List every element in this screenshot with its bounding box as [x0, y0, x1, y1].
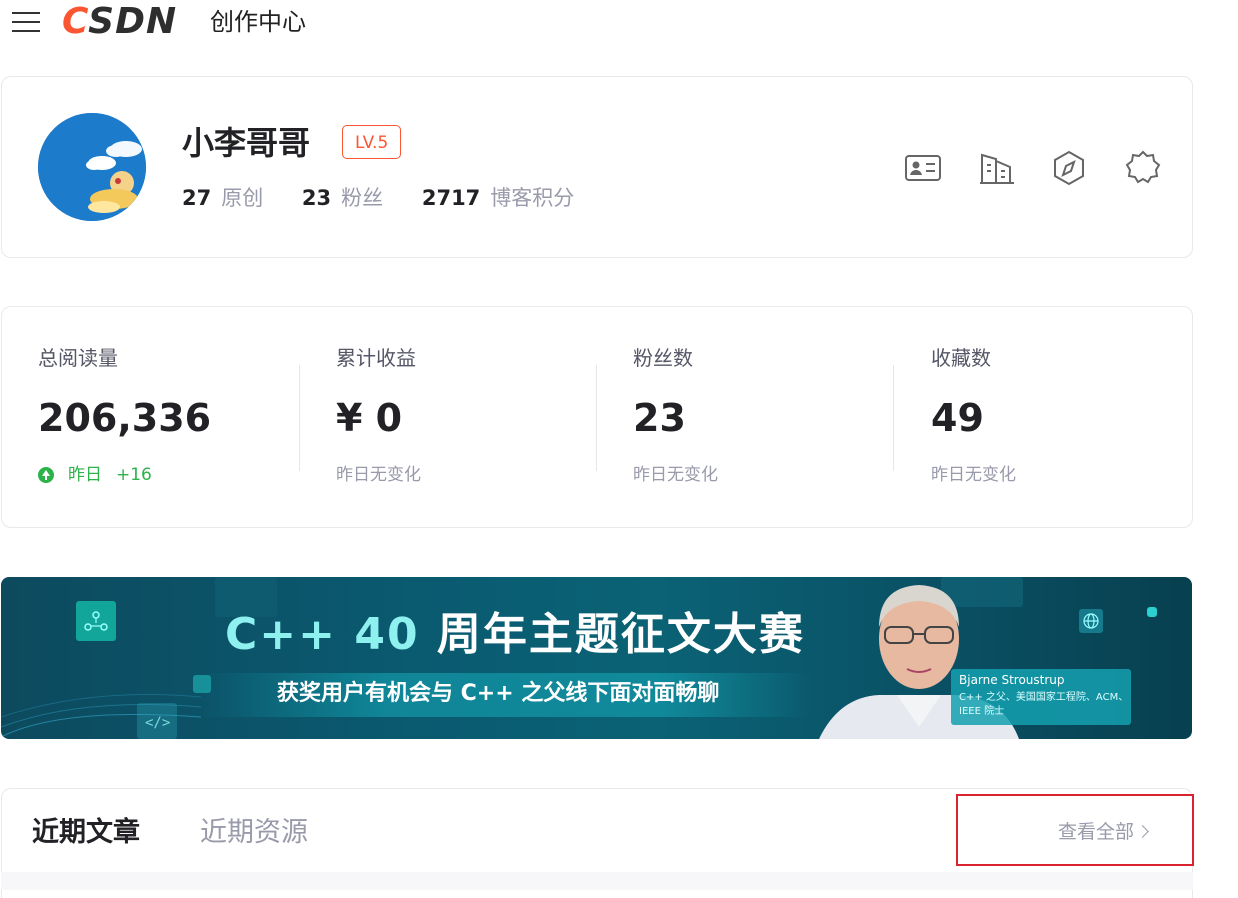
banner-title: C++ 40 周年主题征文大赛 — [225, 609, 805, 660]
top-bar: CSDN 创作中心 — [0, 0, 1238, 48]
divider — [596, 365, 597, 471]
contest-banner[interactable]: </> C++ 40 周年主题征文大赛 获奖用户有机会与 C++ 之父线下面对面… — [1, 577, 1192, 739]
badge-icon[interactable] — [1124, 149, 1162, 187]
id-card-icon[interactable] — [904, 149, 942, 187]
metric-fans[interactable]: 粉丝数 23 昨日无变化 — [633, 343, 903, 503]
decor-square — [1147, 607, 1157, 617]
divider — [893, 365, 894, 471]
banner-subtitle: 获奖用户有机会与 C++ 之父线下面对面畅聊 — [201, 673, 811, 717]
view-all-link[interactable]: 查看全部 — [1058, 817, 1149, 847]
stat-points[interactable]: 2717 博客积分 — [422, 186, 574, 210]
metric-total-reads[interactable]: 总阅读量 206,336 昨日 +16 — [38, 343, 308, 503]
divider — [299, 365, 300, 471]
metric-delta: 昨日 +16 — [38, 463, 308, 487]
caption-name: Bjarne Stroustrup — [959, 673, 1065, 687]
tab-recent-articles[interactable]: 近期文章 — [32, 813, 140, 853]
chevron-right-icon — [1136, 825, 1149, 838]
compass-icon[interactable] — [1050, 149, 1088, 187]
stat-originals[interactable]: 27 原创 — [182, 186, 263, 210]
metric-earnings[interactable]: 累计收益 ¥ 0 昨日无变化 — [336, 343, 606, 503]
content-strip — [1, 872, 1193, 890]
avatar-image — [38, 113, 146, 221]
menu-icon[interactable] — [12, 10, 40, 34]
building-icon[interactable] — [978, 149, 1016, 187]
stat-fans[interactable]: 23 粉丝 — [302, 186, 383, 210]
arrow-up-icon — [38, 467, 54, 483]
avatar[interactable] — [38, 113, 146, 221]
profile-stats: 27 原创 23 粉丝 2717 博客积分 — [182, 183, 606, 213]
page-title: 创作中心 — [210, 8, 306, 36]
username: 小李哥哥 — [182, 124, 311, 162]
globe-icon — [1079, 609, 1103, 633]
wave-decoration — [1, 694, 201, 738]
metrics-card: 总阅读量 206,336 昨日 +16 累计收益 ¥ 0 昨日无变化 粉丝数 2… — [1, 306, 1193, 528]
caption-description: C++ 之父、美国国家工程院、ACM、IEEE 院士 — [959, 692, 1129, 717]
level-badge[interactable]: LV.5 — [342, 125, 402, 159]
metric-favorites[interactable]: 收藏数 49 昨日无变化 — [931, 343, 1201, 503]
profile-card: 小李哥哥 LV.5 27 原创 23 粉丝 2717 博客积分 — [1, 76, 1193, 258]
tab-recent-resources[interactable]: 近期资源 — [200, 813, 308, 853]
csdn-logo[interactable]: CSDN — [62, 0, 177, 44]
network-icon — [76, 601, 116, 641]
